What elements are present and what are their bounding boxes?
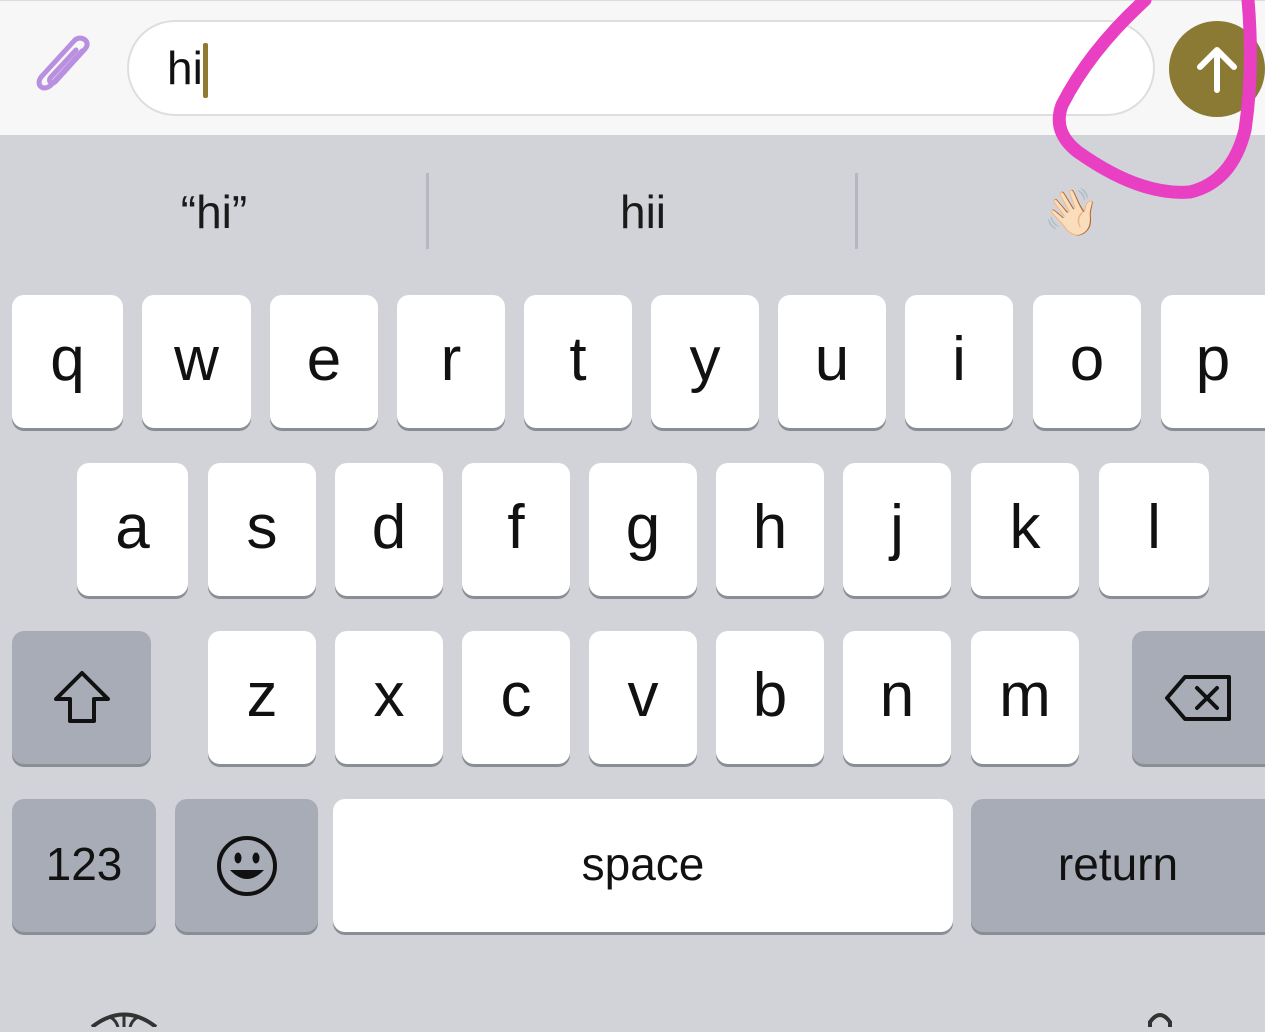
- key-k[interactable]: k: [971, 463, 1079, 596]
- space-key[interactable]: space: [333, 799, 953, 932]
- key-y[interactable]: y: [651, 295, 759, 428]
- backspace-key[interactable]: [1132, 631, 1265, 764]
- key-q[interactable]: q: [12, 295, 123, 428]
- key-t[interactable]: t: [524, 295, 632, 428]
- suggestion-item[interactable]: “hi”: [0, 177, 428, 247]
- globe-icon[interactable]: [88, 1010, 160, 1032]
- backspace-icon: [1164, 674, 1231, 721]
- text-caret: [203, 43, 208, 98]
- key-f[interactable]: f: [462, 463, 570, 596]
- paperclip-icon[interactable]: [30, 29, 96, 105]
- key-l[interactable]: l: [1099, 463, 1209, 596]
- suggestion-item[interactable]: hii: [429, 177, 857, 247]
- key-j[interactable]: j: [843, 463, 951, 596]
- key-h[interactable]: h: [716, 463, 824, 596]
- return-key[interactable]: return: [971, 799, 1265, 932]
- shift-key[interactable]: [12, 631, 151, 764]
- key-r[interactable]: r: [397, 295, 505, 428]
- key-x[interactable]: x: [335, 631, 443, 764]
- key-s[interactable]: s: [208, 463, 316, 596]
- key-d[interactable]: d: [335, 463, 443, 596]
- key-g[interactable]: g: [589, 463, 697, 596]
- composer-bar: hi: [0, 0, 1265, 135]
- suggestion-bar: “hi” hii 👋🏻: [0, 137, 1265, 277]
- suggestion-item[interactable]: 👋🏻: [858, 177, 1265, 247]
- send-button[interactable]: [1169, 21, 1265, 117]
- key-w[interactable]: w: [142, 295, 251, 428]
- key-o[interactable]: o: [1033, 295, 1141, 428]
- key-c[interactable]: c: [462, 631, 570, 764]
- microphone-icon[interactable]: [1146, 1010, 1174, 1032]
- key-n[interactable]: n: [843, 631, 951, 764]
- emoji-key[interactable]: [175, 799, 318, 932]
- key-m[interactable]: m: [971, 631, 1079, 764]
- message-input[interactable]: hi: [127, 20, 1155, 116]
- numbers-key[interactable]: 123: [12, 799, 156, 932]
- emoji-icon: [216, 835, 277, 896]
- key-z[interactable]: z: [208, 631, 316, 764]
- key-i[interactable]: i: [905, 295, 1013, 428]
- message-input-text: hi: [167, 42, 203, 94]
- arrow-up-icon: [1197, 47, 1237, 93]
- shift-icon: [53, 670, 110, 723]
- key-v[interactable]: v: [589, 631, 697, 764]
- key-u[interactable]: u: [778, 295, 886, 428]
- key-a[interactable]: a: [77, 463, 188, 596]
- key-e[interactable]: e: [270, 295, 378, 428]
- key-p[interactable]: p: [1161, 295, 1265, 428]
- key-b[interactable]: b: [716, 631, 824, 764]
